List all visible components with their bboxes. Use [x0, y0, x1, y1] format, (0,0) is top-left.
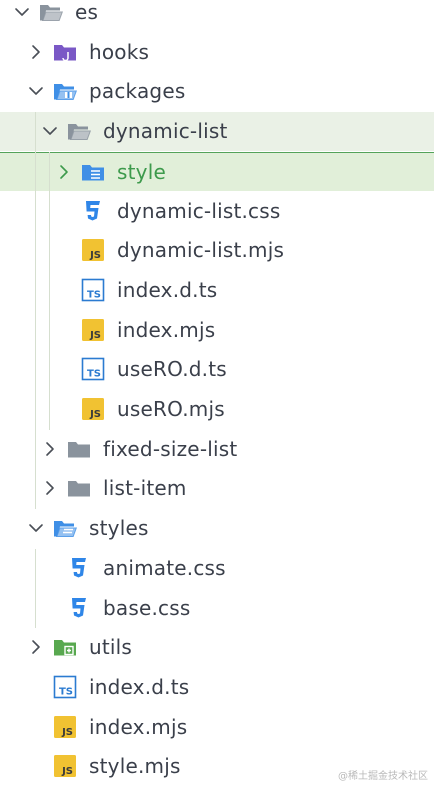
tree-item-label: style: [117, 159, 166, 184]
svg-text:JS: JS: [89, 250, 101, 261]
tree-item-label: dynamic-list.mjs: [117, 238, 285, 263]
chevron-right-icon[interactable]: [42, 441, 58, 457]
folder-hooks-icon: [52, 40, 78, 64]
folder-style-icon: [80, 160, 106, 184]
folder-icon: [66, 437, 92, 461]
folder-open-icon: [66, 119, 92, 143]
tree-item-utils[interactable]: utils: [0, 628, 434, 667]
js-file-icon: JS: [80, 397, 106, 421]
tree-item-label: index.d.ts: [89, 674, 190, 699]
chevron-down-icon[interactable]: [42, 123, 58, 139]
js-file-icon: JS: [80, 318, 106, 342]
js-file-icon: JS: [80, 238, 106, 262]
ts-file-icon: TS: [80, 278, 106, 302]
css-file-icon: [66, 596, 92, 620]
folder-icon: [66, 476, 92, 500]
tree-item-label: list-item: [103, 476, 187, 501]
css-file-icon: [80, 199, 106, 223]
chevron-right-icon[interactable]: [42, 480, 58, 496]
tree-item-dynamic-list[interactable]: dynamic-list: [0, 112, 434, 152]
tree-item-fixed-size-list[interactable]: fixed-size-list: [0, 430, 434, 469]
tree-item-label: es: [75, 0, 99, 24]
tree-item-index-mjs-1[interactable]: JS index.mjs: [0, 311, 434, 350]
folder-open-icon: [38, 0, 64, 24]
indent-guide: [49, 151, 50, 430]
ts-file-icon: TS: [52, 675, 78, 699]
tree-item-label: packages: [89, 79, 186, 104]
tree-item-es[interactable]: es: [0, 0, 434, 32]
indent-guide: [35, 112, 36, 510]
tree-item-animate-css[interactable]: animate.css: [0, 549, 434, 588]
tree-item-usero-dts[interactable]: TS useRO.d.ts: [0, 350, 434, 389]
tree-item-label: index.d.ts: [117, 277, 218, 302]
svg-text:TS: TS: [87, 369, 101, 380]
tree-item-label: index.mjs: [89, 714, 188, 739]
tree-item-packages[interactable]: packages: [0, 72, 434, 111]
tree-item-hooks[interactable]: hooks: [0, 33, 434, 72]
tree-item-base-css[interactable]: base.css: [0, 589, 434, 628]
watermark: @稀土掘金技术社区: [338, 771, 428, 782]
svg-text:JS: JS: [89, 409, 101, 420]
svg-text:JS: JS: [89, 330, 101, 341]
svg-text:TS: TS: [87, 289, 101, 300]
chevron-right-icon[interactable]: [28, 639, 44, 655]
file-explorer-tree: es hooks packages dynamic-list style dynamic-…: [0, 0, 434, 786]
folder-packages-icon: [52, 79, 78, 103]
tree-item-dynamic-list-css[interactable]: dynamic-list.css: [0, 192, 434, 231]
tree-item-label: styles: [89, 516, 149, 541]
tree-item-label: utils: [89, 635, 133, 660]
tree-item-index-mjs-2[interactable]: JS index.mjs: [0, 708, 434, 747]
svg-text:JS: JS: [61, 766, 73, 777]
js-file-icon: JS: [52, 715, 78, 739]
ts-file-icon: TS: [80, 357, 106, 381]
tree-item-label: useRO.mjs: [117, 397, 225, 421]
tree-item-dynamic-list-mjs[interactable]: JS dynamic-list.mjs: [0, 231, 434, 270]
folder-styles-icon: [52, 516, 78, 540]
svg-text:JS: JS: [61, 727, 73, 738]
chevron-down-icon[interactable]: [28, 520, 44, 536]
tree-item-label: base.css: [103, 595, 191, 620]
chevron-down-icon[interactable]: [14, 4, 30, 20]
svg-text:TS: TS: [59, 686, 73, 697]
chevron-down-icon[interactable]: [28, 83, 44, 99]
tree-item-label: index.mjs: [117, 317, 216, 342]
tree-item-label: style.mjs: [89, 754, 181, 779]
chevron-right-icon[interactable]: [56, 164, 72, 180]
indent-guide: [35, 548, 36, 629]
tree-item-list-item[interactable]: list-item: [0, 469, 434, 508]
css-file-icon: [66, 556, 92, 580]
tree-item-label: dynamic-list: [103, 119, 228, 144]
tree-item-styles[interactable]: styles: [0, 509, 434, 548]
chevron-right-icon[interactable]: [28, 44, 44, 60]
tree-item-style[interactable]: style: [0, 151, 434, 191]
tree-item-label: fixed-size-list: [103, 436, 238, 461]
tree-item-label: dynamic-list.css: [117, 198, 281, 223]
tree-item-label: useRO.d.ts: [117, 357, 227, 382]
tree-item-index-dts-1[interactable]: TS index.d.ts: [0, 271, 434, 310]
tree-item-usero-mjs[interactable]: JS useRO.mjs: [0, 390, 434, 429]
tree-item-label: animate.css: [103, 555, 226, 580]
tree-item-label: hooks: [89, 39, 150, 64]
js-file-icon: JS: [52, 754, 78, 778]
folder-utils-icon: [52, 635, 78, 659]
tree-item-index-dts-2[interactable]: TS index.d.ts: [0, 668, 434, 707]
